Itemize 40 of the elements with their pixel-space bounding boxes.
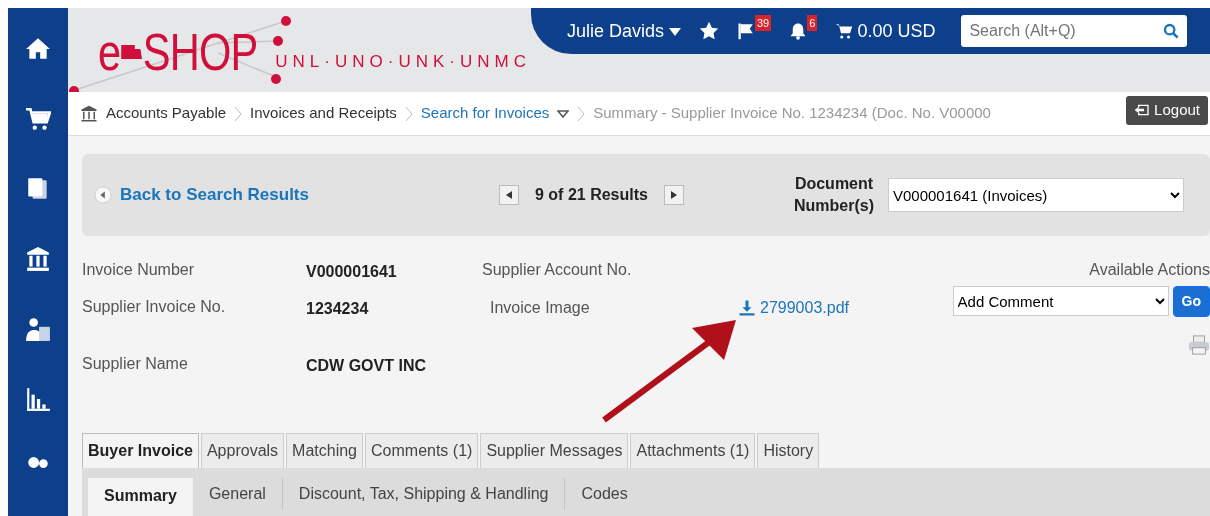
sub-tab[interactable]: General xyxy=(192,478,283,510)
sub-tab[interactable]: Summary xyxy=(88,478,193,516)
tab[interactable]: Buyer Invoice xyxy=(82,433,199,468)
field-label: Invoice Image xyxy=(490,298,591,318)
count-badge: 39 xyxy=(755,14,772,31)
field-label: Supplier Invoice No. xyxy=(82,297,227,318)
search-field[interactable]: Search (Alt+Q) xyxy=(961,15,1188,47)
results-position: 9 of 21 Results xyxy=(535,185,648,205)
logout-button[interactable]: Logout xyxy=(1126,96,1208,125)
tab[interactable]: Attachments (1) xyxy=(630,433,756,468)
tab[interactable]: History xyxy=(757,433,820,468)
tab[interactable]: Approvals xyxy=(200,433,285,468)
breadcrumb-current: Summary - Supplier Invoice No. 1234234 (Doc. No. V00000 xyxy=(593,103,991,124)
field-value: CDW GOVT INC xyxy=(306,356,426,377)
tab[interactable]: Comments (1) xyxy=(365,433,479,468)
field-label: Invoice Number xyxy=(82,260,196,280)
back-link[interactable]: Back to Search Results xyxy=(120,182,309,208)
field-label: Supplier Account No. xyxy=(482,260,633,280)
action-select[interactable]: Add Comment xyxy=(952,286,1169,316)
field-value: V000001641 xyxy=(306,262,398,282)
user-menu[interactable]: Julie Davids xyxy=(566,17,681,45)
document-number-select[interactable]: V000001641 (Invoices) xyxy=(888,178,1184,212)
logo-text: SHOP xyxy=(142,26,258,78)
count-badge: 6 xyxy=(807,14,818,31)
logo-text: e xyxy=(98,26,121,78)
tab[interactable]: Matching xyxy=(286,433,363,468)
breadcrumb-link[interactable]: Accounts Payable xyxy=(106,102,227,125)
field-value: 1234234 xyxy=(306,299,370,320)
file-link[interactable]: 2799003.pdf xyxy=(760,296,849,320)
sub-tab[interactable]: Discount, Tax, Shipping & Handling xyxy=(282,478,566,510)
go-button[interactable]: Go xyxy=(1172,286,1210,317)
tab[interactable]: Supplier Messages xyxy=(480,433,629,468)
document-number-label: Document Number(s) xyxy=(793,174,875,216)
breadcrumb-link[interactable]: Search for Invoices xyxy=(420,102,550,125)
field-label: Supplier Name xyxy=(82,354,189,375)
breadcrumb-link[interactable]: Invoices and Receipts xyxy=(250,102,397,125)
campus-names: UNL·UNO·UNK·UNMC xyxy=(275,50,531,73)
actions-label: Available Actions xyxy=(1089,260,1210,280)
cart-total[interactable]: 0.00 USD xyxy=(857,17,936,45)
sub-tab[interactable]: Codes xyxy=(565,478,644,510)
